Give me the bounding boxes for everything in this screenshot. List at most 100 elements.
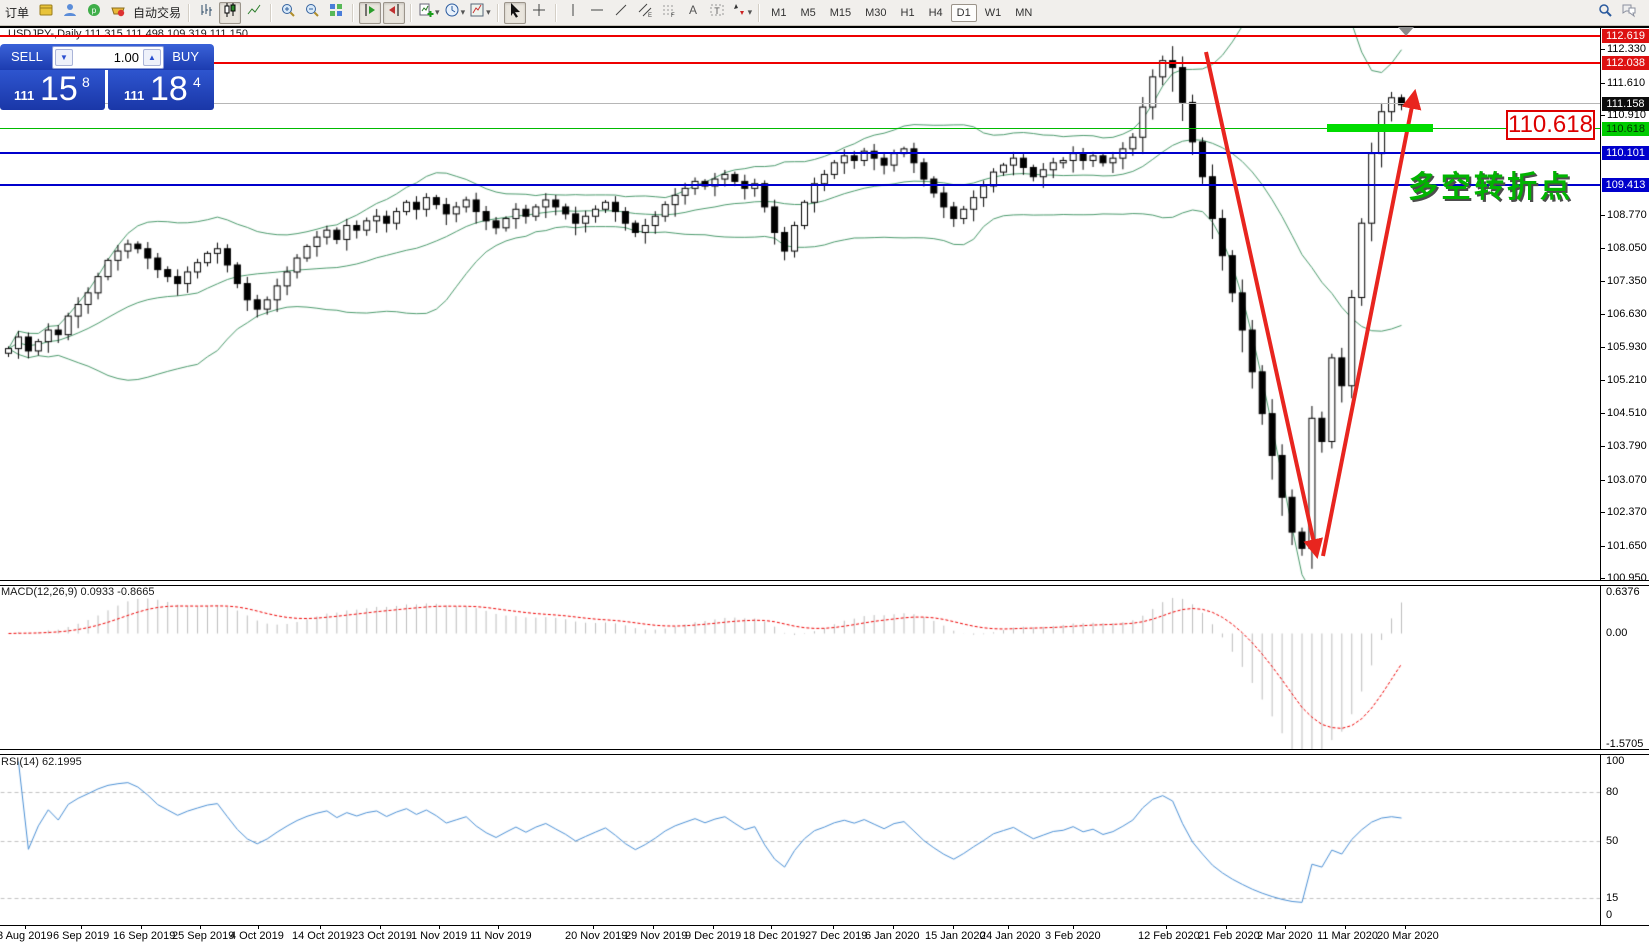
toolbar-button-candlestick[interactable] (219, 1, 242, 24)
price-tick (1600, 49, 1605, 51)
timeframe-button-h1[interactable]: H1 (895, 4, 921, 22)
date-label: 6 Jan 2020 (865, 930, 920, 942)
price-callout-label[interactable]: 110.618 (1506, 110, 1595, 140)
sell-price-button[interactable]: 111 15 8 (0, 70, 105, 110)
toolbar-button-templates[interactable]: ▾ (468, 2, 492, 24)
label-icon: T (709, 2, 725, 23)
date-label: 4 Oct 2019 (230, 930, 284, 942)
svg-text:p: p (92, 6, 97, 15)
date-tick (833, 926, 834, 929)
hline-112.038[interactable] (0, 61, 1600, 64)
price-chart-canvas[interactable] (0, 0, 1649, 947)
volume-increase-button[interactable]: ▲ (143, 49, 161, 66)
date-label: 2 Mar 2020 (1257, 930, 1313, 942)
volume-decrease-button[interactable]: ▼ (55, 49, 73, 66)
toolbar-button-profile[interactable] (59, 2, 81, 24)
timeframe-button-m1[interactable]: M1 (765, 4, 792, 22)
rsi-scale-label: 80 (1606, 786, 1619, 798)
hline-111.158[interactable] (0, 103, 1600, 105)
toolbar-button-line-chart[interactable] (243, 2, 265, 24)
hline-112.619[interactable] (0, 35, 1600, 37)
toolbar-button-zoom-out[interactable] (301, 2, 323, 24)
date-tick (498, 926, 499, 929)
dropdown-caret-icon[interactable]: ▾ (486, 7, 491, 18)
toolbar-right-icons (1593, 2, 1641, 24)
toolbar-button-history[interactable] (35, 2, 57, 24)
toolbar-button-arrows[interactable]: ▾ (730, 2, 754, 24)
toolbar-button-hline[interactable] (586, 2, 608, 24)
toolbar-button-fibo[interactable]: F (658, 2, 680, 24)
toolbar-button-cursor[interactable] (503, 1, 526, 24)
volume-input[interactable]: ▼ 1.00 ▲ (52, 46, 164, 69)
svg-text:E: E (648, 13, 652, 18)
timeframe-button-w1[interactable]: W1 (979, 4, 1008, 22)
timeframe-button-m30[interactable]: M30 (859, 4, 892, 22)
buy-price-sup: 4 (193, 74, 201, 90)
chart-shift-marker-icon[interactable] (1398, 27, 1414, 36)
price-tick (1600, 512, 1605, 514)
svg-text:A: A (689, 3, 697, 17)
macd-scale-label: -1.5705 (1606, 738, 1644, 750)
volume-value: 1.00 (113, 50, 139, 65)
toolbar-button-bar-chart[interactable] (195, 2, 217, 24)
one-click-trade-panel: SELL BUY ▼ 1.00 ▲ 111 15 8 111 18 4 (0, 44, 214, 110)
toolbar-button-vline[interactable] (562, 2, 584, 24)
dropdown-caret-icon[interactable]: ▾ (461, 7, 466, 18)
date-tick (200, 926, 201, 929)
cursor-icon (507, 2, 523, 23)
date-label: 24 Jan 2020 (980, 930, 1041, 942)
toolbar-button-chart-shift[interactable] (383, 1, 406, 24)
date-tick (258, 926, 259, 929)
sell-button[interactable]: SELL (11, 49, 43, 64)
toolbar-button-channel[interactable]: E (634, 2, 656, 24)
price-tick-label: 103.790 (1607, 440, 1647, 453)
text-icon: A (685, 2, 701, 23)
crosshair-icon (531, 2, 547, 23)
timeframe-button-m15[interactable]: M15 (824, 4, 857, 22)
date-tick (1073, 926, 1074, 929)
toolbar-button-tile-windows[interactable] (325, 2, 347, 24)
buy-price-button[interactable]: 111 18 4 (108, 70, 214, 110)
macd-rsi-separator[interactable] (0, 749, 1649, 755)
toolbar-button-search[interactable] (1594, 2, 1616, 24)
timeframe-button-d1[interactable]: D1 (950, 3, 977, 22)
history-icon (38, 2, 54, 23)
toolbar-button-autotrade[interactable] (107, 2, 129, 24)
timeframe-button-h4[interactable]: H4 (923, 4, 949, 22)
toolbar-button-trendline[interactable] (610, 2, 632, 24)
main-macd-separator[interactable] (0, 580, 1649, 586)
toolbar-button-new-chart[interactable]: ▾ (417, 2, 441, 24)
toolbar-button-periods[interactable]: ▾ (443, 2, 467, 24)
dropdown-caret-icon[interactable]: ▾ (435, 7, 440, 18)
dropdown-caret-icon[interactable]: ▾ (748, 7, 753, 18)
toolbar-button-crosshair[interactable] (528, 2, 550, 24)
toolbar: 订单 p 自动交易 ▾ ▾ ▾ E F A T ▾ M1 M5 M15 M30 H1 H4 D1 W1 MN (0, 0, 1649, 26)
toolbar-button-signals[interactable]: p (83, 2, 105, 24)
timeframe-button-mn[interactable]: MN (1009, 4, 1038, 22)
price-tick-label: 110.910 (1607, 109, 1646, 122)
toolbar-button-text[interactable]: A (682, 2, 704, 24)
date-tick (653, 926, 654, 929)
rsi-scale-label: 15 (1606, 892, 1619, 904)
timeframe-button-m5[interactable]: M5 (794, 4, 821, 22)
fibo-icon: F (661, 2, 677, 23)
price-tick (1600, 479, 1605, 481)
hline-icon (589, 2, 605, 23)
hline-109.413[interactable] (0, 183, 1600, 186)
green-trendline-segment[interactable] (1327, 124, 1433, 132)
toolbar-button-chat[interactable] (1618, 2, 1640, 24)
buy-button[interactable]: BUY (172, 49, 199, 64)
turning-point-annotation[interactable]: 多空转折点 (1408, 162, 1573, 206)
trendline-icon (613, 2, 629, 23)
price-tick-label: 111.610 (1607, 76, 1646, 89)
date-tick (893, 926, 894, 929)
candlestick-icon (222, 2, 238, 23)
hline-110.101[interactable] (0, 151, 1600, 154)
toolbar-button-label[interactable]: T (706, 2, 728, 24)
date-tick (320, 926, 321, 929)
date-tick (713, 926, 714, 929)
date-label: 21 Feb 2020 (1198, 930, 1260, 942)
new-order-button[interactable]: 订单 (1, 2, 33, 24)
toolbar-button-auto-scroll[interactable] (359, 1, 382, 24)
toolbar-button-zoom-in[interactable] (277, 2, 299, 24)
